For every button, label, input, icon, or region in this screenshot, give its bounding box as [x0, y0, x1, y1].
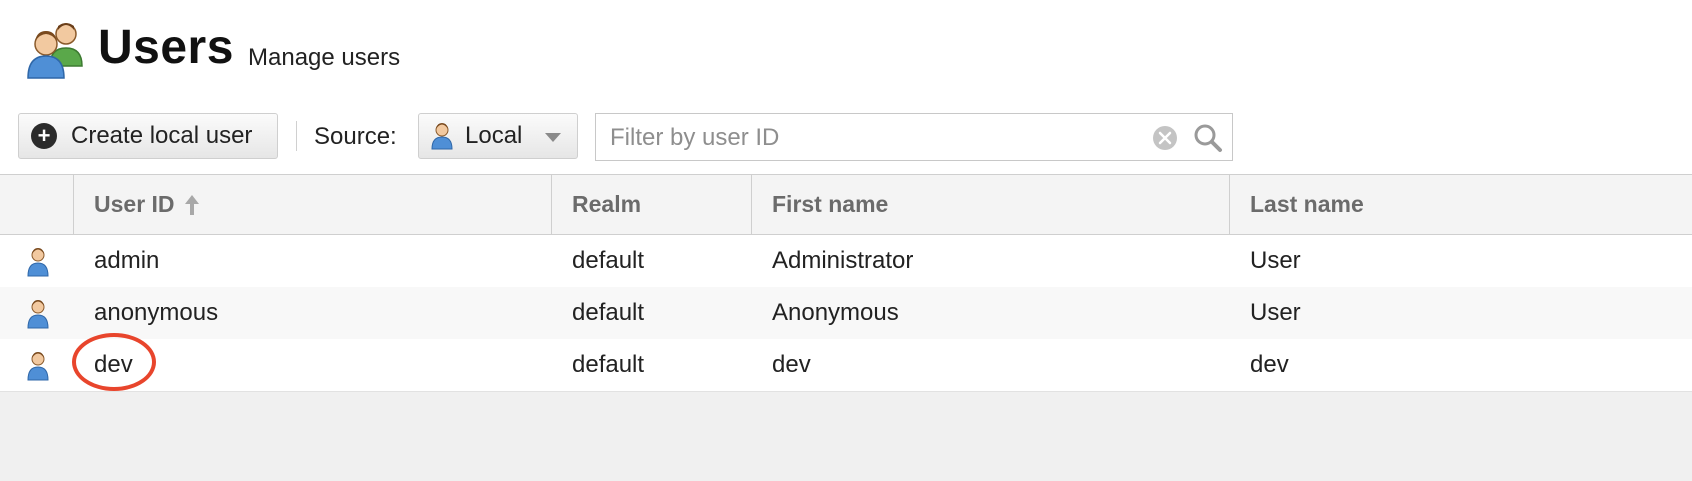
- users-icon: [27, 23, 83, 79]
- table-row[interactable]: anonymous default Anonymous User: [0, 287, 1692, 340]
- cell-first-name: dev: [772, 351, 811, 378]
- cell-user-id[interactable]: admin: [94, 247, 159, 275]
- annotation-circle: [72, 333, 156, 391]
- cell-realm: default: [572, 351, 645, 378]
- table-header: User ID Realm First name Last name: [0, 175, 1692, 235]
- page-header: Users Manage users: [0, 0, 1692, 110]
- source-label: Source:: [314, 123, 397, 150]
- cell-realm: default: [572, 247, 645, 274]
- toolbar-separator: [296, 121, 297, 151]
- user-icon: [27, 352, 49, 381]
- column-header-realm[interactable]: Realm: [552, 175, 752, 234]
- filter-field: [595, 113, 1233, 161]
- column-header-user-id[interactable]: User ID: [74, 175, 552, 234]
- search-icon[interactable]: [1193, 123, 1223, 153]
- column-header-label: User ID: [94, 191, 175, 217]
- chevron-down-icon: [545, 133, 561, 142]
- cell-realm: default: [572, 299, 645, 326]
- user-icon: [27, 248, 49, 277]
- cell-last-name: dev: [1250, 351, 1289, 378]
- toolbar: + Create local user Source: Local: [0, 113, 1692, 163]
- column-header-label: Last name: [1250, 191, 1364, 217]
- user-icon: [27, 300, 49, 329]
- table-row[interactable]: dev default dev dev: [0, 339, 1692, 392]
- cell-first-name: Anonymous: [772, 299, 899, 326]
- user-icon: [431, 123, 453, 150]
- icon-column-header: [0, 175, 74, 234]
- cell-last-name: User: [1250, 299, 1301, 326]
- column-header-last-name[interactable]: Last name: [1230, 175, 1692, 234]
- create-local-user-label: Create local user: [71, 122, 253, 149]
- cell-user-id[interactable]: anonymous: [94, 299, 218, 327]
- users-table: User ID Realm First name Last name admin…: [0, 174, 1692, 481]
- create-local-user-button[interactable]: + Create local user: [18, 113, 278, 159]
- table-row[interactable]: admin default Administrator User: [0, 235, 1692, 288]
- page-title: Users: [98, 21, 234, 74]
- column-header-label: Realm: [572, 191, 642, 217]
- column-header-first-name[interactable]: First name: [752, 175, 1230, 234]
- cell-last-name: User: [1250, 247, 1301, 274]
- source-value: Local: [465, 122, 523, 149]
- plus-circle-icon: +: [31, 123, 57, 149]
- sort-ascending-icon: [184, 194, 199, 215]
- clear-icon[interactable]: [1152, 125, 1178, 151]
- filter-input[interactable]: [608, 122, 1112, 154]
- column-header-label: First name: [772, 191, 889, 217]
- source-dropdown[interactable]: Local: [418, 113, 578, 159]
- page-subtitle: Manage users: [248, 44, 401, 71]
- cell-first-name: Administrator: [772, 247, 914, 274]
